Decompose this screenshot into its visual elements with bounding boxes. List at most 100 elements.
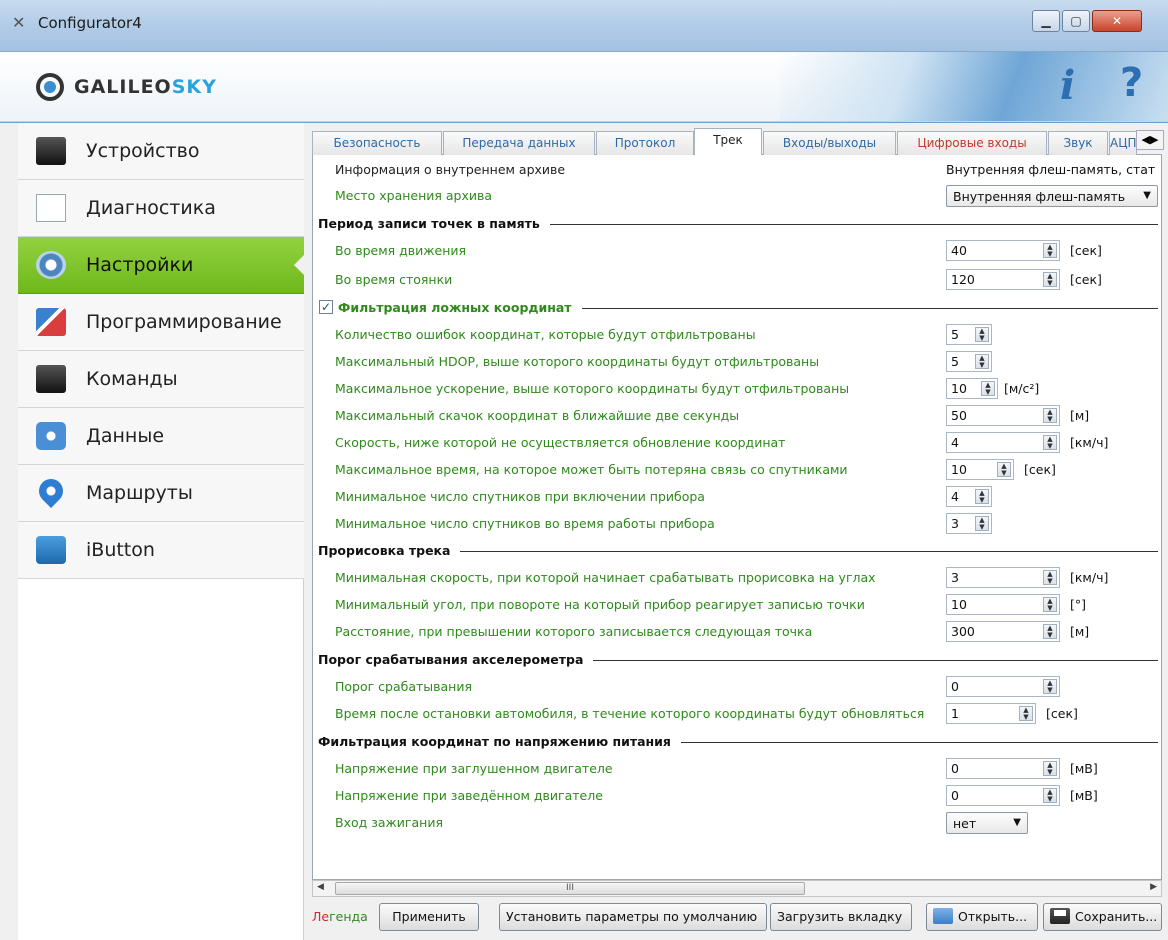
spinner-arrows-icon[interactable]: ▲ ▼ xyxy=(1043,408,1057,423)
sidebar-item-programming[interactable]: Программирование xyxy=(18,294,304,351)
tools-icon: ✕ xyxy=(12,13,26,32)
diagnostics-chart-icon xyxy=(36,194,66,222)
spinner-arrows-icon[interactable]: ▲ ▼ xyxy=(1043,243,1057,258)
tab-data-transfer[interactable]: Передача данных xyxy=(443,131,595,155)
accel-threshold-spinner[interactable]: 0 ▲ ▼ xyxy=(946,676,1060,697)
scroll-left-icon[interactable]: ◀ xyxy=(317,882,324,892)
tab-inputs-outputs[interactable]: Входы/выходы xyxy=(763,131,896,155)
sidebar-item-device[interactable]: Устройство xyxy=(18,123,304,180)
spinner-arrows-icon[interactable]: ▲ ▼ xyxy=(975,327,989,342)
defaults-button[interactable]: Установить параметры по умолчанию xyxy=(499,903,767,931)
section-track-drawing: Прорисовка трека xyxy=(318,540,1158,562)
sidebar-item-label: Маршруты xyxy=(86,482,193,504)
unit-label: [м/с²] xyxy=(1004,381,1040,396)
spinner-arrows-icon[interactable]: ▲ ▼ xyxy=(1043,597,1057,612)
min-sats-work-spinner[interactable]: 3 ▲ ▼ xyxy=(946,513,992,534)
apply-button[interactable]: Применить xyxy=(379,903,479,931)
tab-sound[interactable]: Звук xyxy=(1048,131,1108,155)
spinner-arrows-icon[interactable]: ▲ ▼ xyxy=(1043,272,1057,287)
distance-spinner[interactable]: 300 ▲ ▼ xyxy=(946,621,1060,642)
spinner-value: 10 xyxy=(951,381,967,396)
sidebar-item-diagnostics[interactable]: Диагностика xyxy=(18,180,304,237)
spinner-value: 4 xyxy=(951,435,959,450)
voltage-on-label: Напряжение при заведённом двигателе xyxy=(335,788,603,803)
spinner-arrows-icon[interactable]: ▲ ▼ xyxy=(1019,706,1033,721)
archive-storage-label: Место хранения архива xyxy=(335,188,493,203)
legend-link[interactable]: Легенда xyxy=(312,909,368,924)
spinner-value: 0 xyxy=(951,679,959,694)
archive-storage-select[interactable]: Внутренняя флеш-память ▼ xyxy=(946,185,1158,207)
after-stop-spinner[interactable]: 1 ▲ ▼ xyxy=(946,703,1036,724)
section-voltage: Фильтрация координат по напряжению питан… xyxy=(318,731,1158,753)
max-acceleration-spinner[interactable]: 10 ▲ ▼ xyxy=(946,378,998,399)
filter-checkbox[interactable]: ✓ xyxy=(319,300,333,314)
title-bar: ✕ Configurator4 ▁ ▢ ✕ xyxy=(0,0,1168,52)
sidebar-item-ibutton[interactable]: iButton xyxy=(18,522,304,579)
app-body: Устройство Диагностика Настройки Програм… xyxy=(0,123,1168,940)
unit-label: [°] xyxy=(1070,597,1087,612)
footer-toolbar: Легенда Применить Установить параметры п… xyxy=(312,900,1168,934)
max-jump-spinner[interactable]: 50 ▲ ▼ xyxy=(946,405,1060,426)
scroll-thumb[interactable]: III xyxy=(335,882,805,895)
tab-digital-inputs[interactable]: Цифровые входы xyxy=(897,131,1047,155)
chevron-down-icon: ▼ xyxy=(1143,190,1151,201)
tab-scroll-arrows[interactable]: ◀▶ xyxy=(1136,130,1164,150)
open-button[interactable]: Открыть... xyxy=(926,903,1038,931)
minimize-button[interactable]: ▁ xyxy=(1032,10,1060,32)
spinner-arrows-icon[interactable]: ▲ ▼ xyxy=(1043,624,1057,639)
tab-adc[interactable]: АЦП xyxy=(1109,131,1137,155)
parking-period-spinner[interactable]: 120 ▲ ▼ xyxy=(946,269,1060,290)
spinner-arrows-icon[interactable]: ▲ ▼ xyxy=(975,354,989,369)
min-sats-start-spinner[interactable]: 4 ▲ ▼ xyxy=(946,486,992,507)
moving-period-spinner[interactable]: 40 ▲ ▼ xyxy=(946,240,1060,261)
unit-label: [км/ч] xyxy=(1070,570,1109,585)
gear-icon xyxy=(36,251,66,279)
save-button[interactable]: Сохранить... xyxy=(1043,903,1162,931)
sidebar-item-label: Команды xyxy=(86,368,178,390)
sidebar-item-label: iButton xyxy=(86,539,155,561)
load-tab-button[interactable]: Загрузить вкладку xyxy=(770,903,912,931)
filter-row-label: Максимальное ускорение, выше которого ко… xyxy=(335,381,850,396)
sidebar-item-label: Данные xyxy=(86,425,165,447)
close-button[interactable]: ✕ xyxy=(1092,10,1142,32)
open-button-label: Открыть... xyxy=(958,909,1028,924)
terminal-icon xyxy=(36,365,66,393)
sidebar-item-settings[interactable]: Настройки xyxy=(18,237,305,294)
voltage-on-spinner[interactable]: 0 ▲ ▼ xyxy=(946,785,1060,806)
info-icon[interactable]: i xyxy=(1060,62,1075,109)
sidebar-item-data[interactable]: Данные xyxy=(18,408,304,465)
help-icon[interactable]: ? xyxy=(1120,60,1143,106)
voltage-off-spinner[interactable]: 0 ▲ ▼ xyxy=(946,758,1060,779)
horizontal-scrollbar[interactable]: ◀ III ▶ xyxy=(312,880,1162,897)
logo-text-accent: SKY xyxy=(171,76,217,98)
ignition-select[interactable]: нет ▼ xyxy=(946,812,1028,834)
spinner-value: 300 xyxy=(951,624,975,639)
tab-protocol[interactable]: Протокол xyxy=(596,131,694,155)
corner-speed-spinner[interactable]: 3 ▲ ▼ xyxy=(946,567,1060,588)
turn-angle-spinner[interactable]: 10 ▲ ▼ xyxy=(946,594,1060,615)
spinner-arrows-icon[interactable]: ▲ ▼ xyxy=(975,516,989,531)
spinner-arrows-icon[interactable]: ▲ ▼ xyxy=(1043,435,1057,450)
scroll-right-icon[interactable]: ▶ xyxy=(1150,882,1157,892)
spinner-arrows-icon[interactable]: ▲ ▼ xyxy=(1043,761,1057,776)
tab-security[interactable]: Безопасность xyxy=(312,131,442,155)
hdop-spinner[interactable]: 5 ▲ ▼ xyxy=(946,351,992,372)
sidebar: Устройство Диагностика Настройки Програм… xyxy=(18,123,305,940)
lost-connection-spinner[interactable]: 10 ▲ ▼ xyxy=(946,459,1014,480)
maximize-button[interactable]: ▢ xyxy=(1062,10,1090,32)
filter-errors-spinner[interactable]: 5 ▲ ▼ xyxy=(946,324,992,345)
spinner-arrows-icon[interactable]: ▲ ▼ xyxy=(1043,570,1057,585)
sidebar-item-routes[interactable]: Маршруты xyxy=(18,465,304,522)
tab-track[interactable]: Трек xyxy=(694,128,762,156)
sidebar-item-commands[interactable]: Команды xyxy=(18,351,304,408)
filter-row-label: Минимальное число спутников при включени… xyxy=(335,489,705,504)
unit-label: [м] xyxy=(1070,408,1090,423)
accel-threshold-label: Порог срабатывания xyxy=(335,679,472,694)
spinner-arrows-icon[interactable]: ▲ ▼ xyxy=(981,381,995,396)
spinner-arrows-icon[interactable]: ▲ ▼ xyxy=(1043,788,1057,803)
spinner-arrows-icon[interactable]: ▲ ▼ xyxy=(1043,679,1057,694)
min-speed-spinner[interactable]: 4 ▲ ▼ xyxy=(946,432,1060,453)
spinner-arrows-icon[interactable]: ▲ ▼ xyxy=(997,462,1011,477)
spinner-arrows-icon[interactable]: ▲ ▼ xyxy=(975,489,989,504)
filter-row-label: Количество ошибок координат, которые буд… xyxy=(335,327,756,342)
